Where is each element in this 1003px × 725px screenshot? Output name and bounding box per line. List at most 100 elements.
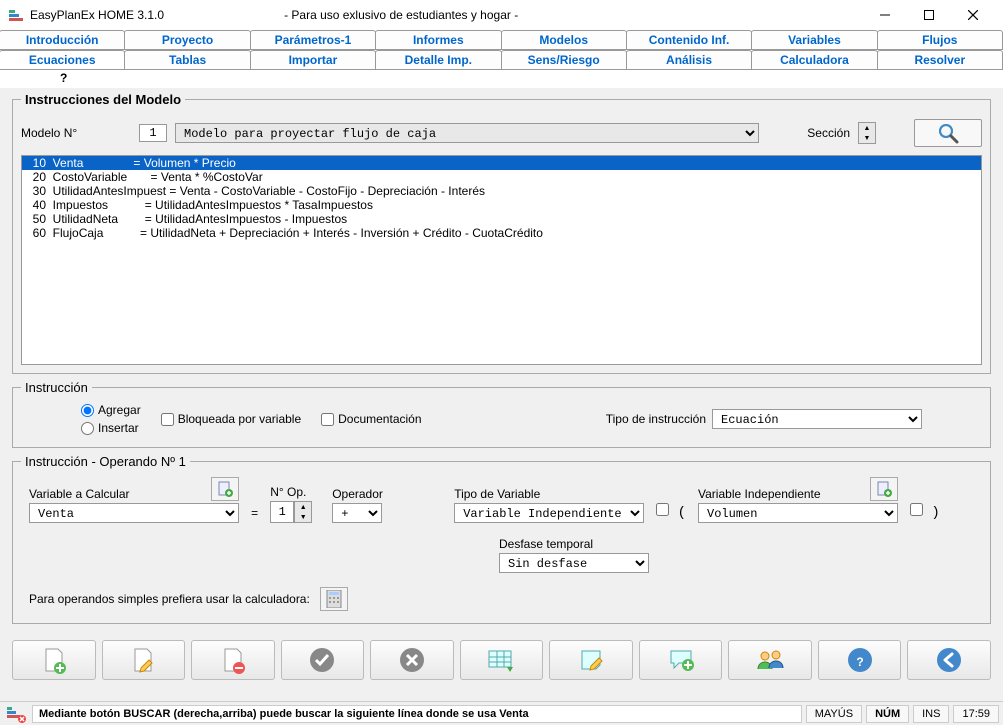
- nop-spinner[interactable]: ▲▼: [294, 501, 312, 523]
- tab-flujos[interactable]: Flujos: [877, 30, 1003, 49]
- group-instruccion-legend: Instrucción: [21, 380, 92, 395]
- modelo-name-select[interactable]: Modelo para proyectar flujo de caja: [175, 123, 759, 143]
- status-time: 17:59: [953, 705, 999, 723]
- tab-análisis[interactable]: Análisis: [626, 50, 752, 69]
- tipo-var-label: Tipo de Variable: [454, 487, 644, 501]
- tab-parámetros-1[interactable]: Parámetros-1: [250, 30, 376, 49]
- chk-bloqueada[interactable]: Bloqueada por variable: [161, 412, 301, 426]
- operador-select[interactable]: +: [332, 503, 382, 523]
- tipo-instruccion-label: Tipo de instrucción: [606, 412, 706, 426]
- tab-sens/riesgo[interactable]: Sens/Riesgo: [501, 50, 627, 69]
- chk-paren-close[interactable]: ): [910, 503, 940, 521]
- app-title: EasyPlanEx HOME 3.1.0: [30, 8, 164, 22]
- modelo-num-input[interactable]: [139, 124, 167, 142]
- group-instruccion: Instrucción Agregar Insertar Bloqueada p…: [12, 380, 991, 448]
- tab-detalle imp.[interactable]: Detalle Imp.: [375, 50, 501, 69]
- var-ind-label: Variable Independiente: [698, 487, 821, 501]
- radio-insertar[interactable]: Insertar: [81, 421, 141, 435]
- group-operando-legend: Instrucción - Operando Nº 1: [21, 454, 190, 469]
- maximize-button[interactable]: [907, 0, 951, 30]
- toolbar-help-button[interactable]: ?: [818, 640, 902, 680]
- equation-line[interactable]: 30 UtilidadAntesImpuest = Venta - CostoV…: [22, 184, 981, 198]
- tab-introducción[interactable]: Introducción: [0, 30, 125, 49]
- group-instrucciones-title: Instrucciones del Modelo: [21, 92, 185, 107]
- var-ind-add-button[interactable]: [870, 477, 898, 501]
- tipo-var-select[interactable]: Variable Independiente: [454, 503, 644, 523]
- seccion-down-button[interactable]: ▼: [859, 133, 875, 143]
- tab-importar[interactable]: Importar: [250, 50, 376, 69]
- main-toolbar: ?: [0, 634, 1003, 686]
- group-instrucciones-modelo: Instrucciones del Modelo Modelo N° Model…: [12, 92, 991, 374]
- desfase-select[interactable]: Sin desfase: [499, 553, 649, 573]
- app-subtitle: - Para uso exlusivo de estudiantes y hog…: [284, 8, 518, 22]
- tab-proyecto[interactable]: Proyecto: [124, 30, 250, 49]
- toolbar-cancel-button[interactable]: [370, 640, 454, 680]
- equation-line[interactable]: 60 FlujoCaja = UtilidadNeta + Depreciaci…: [22, 226, 981, 240]
- tab-variables[interactable]: Variables: [751, 30, 877, 49]
- radio-agregar[interactable]: Agregar: [81, 403, 141, 417]
- calculator-icon: [326, 590, 342, 608]
- app-icon: [8, 7, 24, 23]
- tipo-instruccion-select[interactable]: Ecuación: [712, 409, 922, 429]
- var-calcular-label: Variable a Calcular: [29, 487, 130, 501]
- speech-plus-icon: [667, 646, 695, 674]
- close-button[interactable]: [951, 0, 995, 30]
- toolbar-note-button[interactable]: [549, 640, 633, 680]
- tabs-row-1: IntroducciónProyectoParámetros-1Informes…: [0, 30, 1003, 50]
- chk-paren-open[interactable]: (: [656, 503, 686, 521]
- seccion-spinner[interactable]: ▲ ▼: [858, 122, 876, 144]
- equations-listing[interactable]: 10 Venta = Volumen * Precio 20 CostoVari…: [21, 155, 982, 365]
- toolbar-table-button[interactable]: [460, 640, 544, 680]
- status-ins: INS: [913, 705, 949, 723]
- tab-calculadora[interactable]: Calculadora: [751, 50, 877, 69]
- calculator-button[interactable]: [320, 587, 348, 611]
- tab-modelos[interactable]: Modelos: [501, 30, 627, 49]
- document-delete-icon: [219, 646, 247, 674]
- group-operando: Instrucción - Operando Nº 1 Variable a C…: [12, 454, 991, 624]
- var-calcular-select[interactable]: Venta: [29, 503, 239, 523]
- nop-input[interactable]: [270, 501, 294, 523]
- modelo-num-label: Modelo N°: [21, 126, 131, 140]
- tab-ecuaciones[interactable]: Ecuaciones: [0, 50, 125, 69]
- equation-line[interactable]: 10 Venta = Volumen * Precio: [22, 156, 981, 170]
- tab-tablas[interactable]: Tablas: [124, 50, 250, 69]
- toolbar-users-button[interactable]: [728, 640, 812, 680]
- check-circle-icon: [308, 646, 336, 674]
- toolbar-comment-button[interactable]: [639, 640, 723, 680]
- toolbar-accept-button[interactable]: [281, 640, 365, 680]
- toolbar-new-button[interactable]: [12, 640, 96, 680]
- back-arrow-icon: [935, 646, 963, 674]
- x-circle-icon: [398, 646, 426, 674]
- desfase-label: Desfase temporal: [499, 537, 649, 551]
- toolbar-back-button[interactable]: [907, 640, 991, 680]
- table-arrow-icon: [487, 647, 517, 673]
- doc-plus-icon: [876, 481, 892, 497]
- tab-contenido inf.[interactable]: Contenido Inf.: [626, 30, 752, 49]
- seccion-up-button[interactable]: ▲: [859, 123, 875, 133]
- help-label[interactable]: ?: [0, 70, 1003, 88]
- equation-line[interactable]: 20 CostoVariable = Venta * %CostoVar: [22, 170, 981, 184]
- tabs-row-2: EcuacionesTablasImportarDetalle Imp.Sens…: [0, 50, 1003, 70]
- document-edit-icon: [129, 646, 157, 674]
- equation-line[interactable]: 40 Impuestos = UtilidadAntesImpuestos * …: [22, 198, 981, 212]
- status-num: NÚM: [866, 705, 909, 723]
- note-edit-icon: [577, 646, 605, 674]
- toolbar-edit-button[interactable]: [102, 640, 186, 680]
- equation-line[interactable]: 50 UtilidadNeta = UtilidadAntesImpuestos…: [22, 212, 981, 226]
- tab-resolver[interactable]: Resolver: [877, 50, 1003, 69]
- document-new-icon: [40, 646, 68, 674]
- search-button[interactable]: [914, 119, 982, 147]
- calc-hint-text: Para operandos simples prefiera usar la …: [29, 592, 310, 606]
- status-app-icon[interactable]: [4, 704, 28, 724]
- var-ind-select[interactable]: Volumen: [698, 503, 898, 523]
- chk-documentacion[interactable]: Documentación: [321, 412, 421, 426]
- statusbar: Mediante botón BUSCAR (derecha,arriba) p…: [0, 701, 1003, 725]
- users-icon: [755, 647, 785, 673]
- var-calcular-add-button[interactable]: [211, 477, 239, 501]
- equals-sign: =: [251, 507, 258, 521]
- titlebar: EasyPlanEx HOME 3.1.0 - Para uso exlusiv…: [0, 0, 1003, 30]
- tab-informes[interactable]: Informes: [375, 30, 501, 49]
- minimize-button[interactable]: [863, 0, 907, 30]
- toolbar-delete-button[interactable]: [191, 640, 275, 680]
- nop-label: N° Op.: [270, 485, 320, 499]
